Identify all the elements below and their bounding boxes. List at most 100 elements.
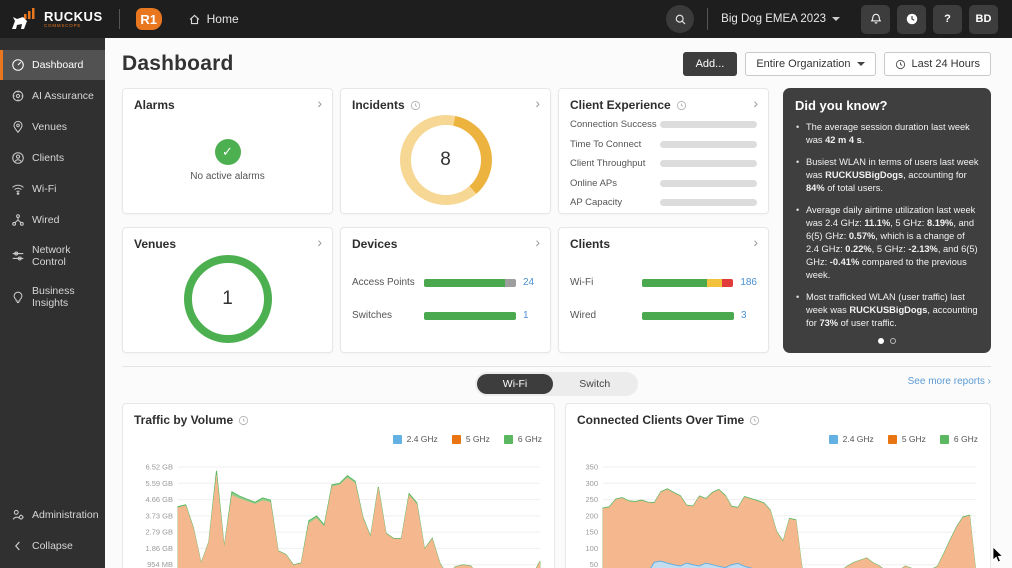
- client-experience-card: Client Experience › Connection Success Ti…: [558, 88, 769, 214]
- incidents-donut-chart[interactable]: 8: [399, 115, 492, 205]
- traffic-chart-title: Traffic by Volume: [134, 413, 234, 427]
- legend-swatch: [392, 434, 402, 444]
- client-experience-chevron-icon[interactable]: ›: [753, 96, 758, 110]
- sidebar-nav: Dashboard AI Assurance Venues Clients Wi-Fi W…: [0, 50, 105, 318]
- venues-chevron-icon[interactable]: ›: [317, 235, 322, 249]
- legend-swatch: [939, 434, 949, 444]
- clients-chart-title: Connected Clients Over Time: [577, 413, 745, 427]
- legend-label: 2.4 GHz: [842, 434, 874, 444]
- svg-text:3.73 GB: 3.73 GB: [145, 511, 173, 520]
- clients-title: Clients: [570, 237, 611, 251]
- metric-value-link[interactable]: 186: [740, 277, 757, 288]
- client-experience-title: Client Experience: [570, 98, 671, 112]
- incidents-chevron-icon[interactable]: ›: [535, 96, 540, 110]
- sidebar-item-dashboard[interactable]: Dashboard: [0, 50, 105, 80]
- sidebar-item-label: Business Insights: [32, 285, 75, 309]
- sidebar-collapse-button[interactable]: Collapse: [0, 531, 105, 561]
- venues-count: 1: [222, 288, 233, 309]
- sidebar-item-wi-fi[interactable]: Wi-Fi: [0, 174, 105, 204]
- legend-item[interactable]: 6 GHz: [503, 434, 542, 444]
- wifi-icon: [12, 184, 24, 195]
- legend-swatch: [503, 434, 513, 444]
- metric-row: Wi-Fi 186: [570, 277, 757, 288]
- sidebar-item-label: Dashboard: [32, 59, 84, 71]
- history-clock-icon: [239, 415, 249, 425]
- metric-label: Switches: [352, 310, 393, 321]
- carousel-dot-2[interactable]: [890, 338, 896, 344]
- tab-switch[interactable]: Switch: [553, 374, 636, 394]
- org-scope-dropdown[interactable]: Entire Organization: [745, 52, 876, 76]
- sidebar-item-ai-assurance[interactable]: AI Assurance: [0, 81, 105, 111]
- legend-item[interactable]: 2.4 GHz: [392, 434, 438, 444]
- sidebar-item-label: Wi-Fi: [32, 183, 57, 195]
- carousel-dot-1[interactable]: [878, 338, 884, 344]
- sidebar-item-network-control[interactable]: Network Control: [0, 236, 105, 276]
- add-button[interactable]: Add...: [682, 52, 738, 76]
- experience-row: Client Throughput: [570, 158, 757, 169]
- traffic-by-volume-card: Traffic by Volume 2.4 GHz 5 GHz 6 GHz 6.52…: [122, 403, 555, 568]
- alarms-chevron-icon[interactable]: ›: [317, 96, 322, 110]
- did-you-know-title: Did you know?: [795, 98, 888, 113]
- sidebar-item-wired[interactable]: Wired: [0, 205, 105, 235]
- devices-title: Devices: [352, 237, 398, 251]
- help-button[interactable]: ?: [933, 4, 962, 34]
- experience-row: Connection Success: [570, 119, 757, 130]
- legend-label: 2.4 GHz: [406, 434, 438, 444]
- sidebar-item-administration[interactable]: Administration: [0, 500, 105, 530]
- topbar-divider: [707, 8, 709, 30]
- r1-logo: R1: [135, 8, 162, 30]
- experience-label: Connection Success: [570, 119, 657, 130]
- user-avatar[interactable]: BD: [969, 4, 998, 34]
- incidents-card: Incidents › 8: [340, 88, 551, 214]
- svg-text:2.79 GB: 2.79 GB: [145, 528, 173, 537]
- metric-value-link[interactable]: 3: [741, 310, 747, 321]
- activities-button[interactable]: [897, 4, 926, 34]
- clients-area-chart[interactable]: 350300250200150100500: [577, 461, 979, 568]
- breadcrumb-home[interactable]: Home: [188, 12, 239, 26]
- sidebar-item-business-insights[interactable]: Business Insights: [0, 277, 105, 317]
- alarms-card: Alarms › ✓ No active alarms: [122, 88, 333, 214]
- metric-value-link[interactable]: 1: [523, 310, 529, 321]
- traffic-area-chart[interactable]: 6.52 GB 5.59 GB 4.66 GB 3.73 GB 2.79 GB 1.86 …: [134, 461, 543, 568]
- legend-swatch: [828, 434, 838, 444]
- sidebar-item-label: Wired: [32, 214, 60, 226]
- clients-chevron-icon[interactable]: ›: [753, 235, 758, 249]
- experience-bar: [660, 140, 757, 148]
- sidebar-item-venues[interactable]: Venues: [0, 112, 105, 142]
- ruckus-dog-icon: [12, 8, 35, 29]
- metric-value-link[interactable]: 24: [523, 277, 534, 288]
- bar-segment: [424, 311, 516, 320]
- svg-text:150: 150: [585, 528, 598, 537]
- time-range-dropdown[interactable]: Last 24 Hours: [883, 52, 991, 76]
- time-range-label: Last 24 Hours: [911, 58, 980, 70]
- metric-row: Switches 1: [352, 310, 539, 321]
- legend-item[interactable]: 2.4 GHz: [828, 434, 874, 444]
- tab-wifi[interactable]: Wi-Fi: [476, 373, 554, 394]
- sidebar-item-clients[interactable]: Clients: [0, 143, 105, 173]
- svg-text:250: 250: [585, 495, 598, 504]
- notifications-button[interactable]: [861, 4, 890, 34]
- legend-item[interactable]: 5 GHz: [451, 434, 490, 444]
- home-icon: [189, 14, 199, 24]
- metric-bar: [642, 311, 734, 320]
- did-you-know-list: The average session duration last week w…: [795, 121, 979, 330]
- clients-icon: [12, 152, 24, 164]
- bar-segment: [641, 278, 707, 287]
- client-experience-rows: Connection Success Time To Connect Client …: [570, 119, 757, 208]
- did-you-know-bullet: The average session duration last week w…: [795, 121, 979, 147]
- legend-item[interactable]: 5 GHz: [887, 434, 926, 444]
- wired-icon: [12, 214, 24, 226]
- gauge-icon: [12, 59, 24, 71]
- chevron-down-icon: [832, 17, 840, 21]
- alarms-status: No active alarms: [190, 170, 265, 182]
- devices-chevron-icon[interactable]: ›: [535, 235, 540, 249]
- metric-label: Access Points: [352, 277, 415, 288]
- ruckus-logo: RUCKUS COMMSCOPE R1: [10, 8, 162, 30]
- see-more-reports-link[interactable]: See more reports ›: [908, 376, 991, 387]
- org-dropdown[interactable]: Big Dog EMEA 2023: [721, 13, 840, 25]
- search-button[interactable]: [666, 5, 695, 33]
- org-name: Big Dog EMEA 2023: [721, 13, 826, 25]
- venues-card: Venues › 1: [122, 227, 333, 353]
- legend-item[interactable]: 6 GHz: [939, 434, 978, 444]
- venues-ring-chart[interactable]: 1: [183, 255, 272, 343]
